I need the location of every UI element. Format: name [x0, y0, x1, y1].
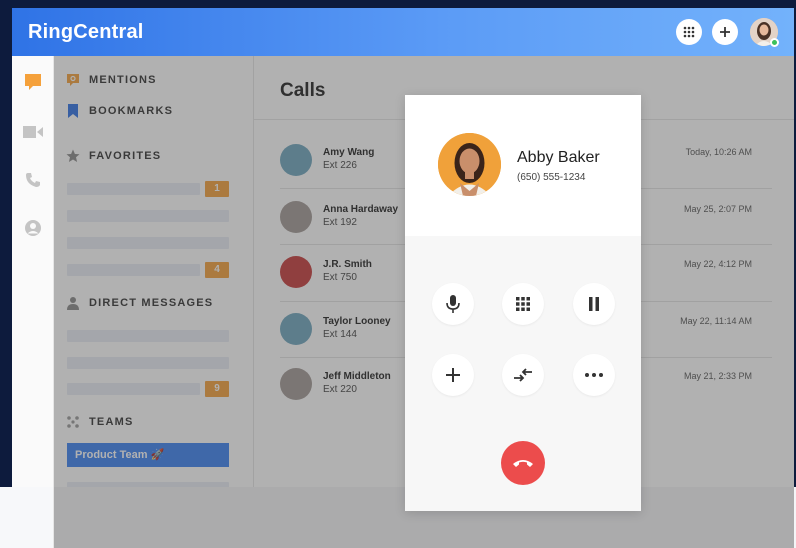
hangup-icon — [513, 460, 533, 467]
app-logo: RingCentral — [28, 21, 144, 43]
add-call-icon — [446, 368, 460, 382]
app-window: RingCentral MENTIONS BOOKMARKS FAVORITES… — [12, 8, 794, 548]
caller-portrait — [438, 133, 501, 196]
presence-indicator — [770, 38, 779, 47]
dialpad-icon — [683, 26, 695, 38]
transfer-icon — [514, 368, 532, 382]
caller-photo — [438, 133, 501, 196]
mute-icon — [446, 295, 460, 313]
call-card-header: Abby Baker (650) 555-1234 — [405, 95, 641, 236]
keypad-button[interactable] — [502, 283, 544, 325]
add-call-button[interactable] — [432, 354, 474, 396]
footer-rail — [0, 487, 54, 548]
message-icon — [25, 74, 41, 90]
mute-button[interactable] — [432, 283, 474, 325]
rail-video[interactable] — [23, 122, 43, 142]
more-button[interactable] — [573, 354, 615, 396]
active-call-card: Abby Baker (650) 555-1234 — [405, 95, 641, 511]
contacts-icon — [25, 220, 41, 236]
phone-icon — [26, 173, 40, 187]
dialpad-button[interactable] — [676, 19, 702, 45]
add-button[interactable] — [712, 19, 738, 45]
hold-icon — [589, 297, 599, 311]
caller-phone: (650) 555-1234 — [517, 172, 586, 183]
video-icon — [23, 126, 43, 138]
rail-messages[interactable] — [23, 72, 43, 92]
transfer-button[interactable] — [502, 354, 544, 396]
top-bar: RingCentral — [12, 8, 794, 56]
caller-name: Abby Baker — [517, 149, 600, 166]
plus-icon — [720, 27, 730, 37]
hangup-button[interactable] — [501, 441, 545, 485]
nav-rail — [12, 56, 54, 548]
rail-contacts[interactable] — [23, 218, 43, 238]
keypad-icon — [516, 297, 530, 311]
hold-button[interactable] — [573, 283, 615, 325]
more-icon — [585, 373, 603, 377]
rail-phone[interactable] — [23, 170, 43, 190]
